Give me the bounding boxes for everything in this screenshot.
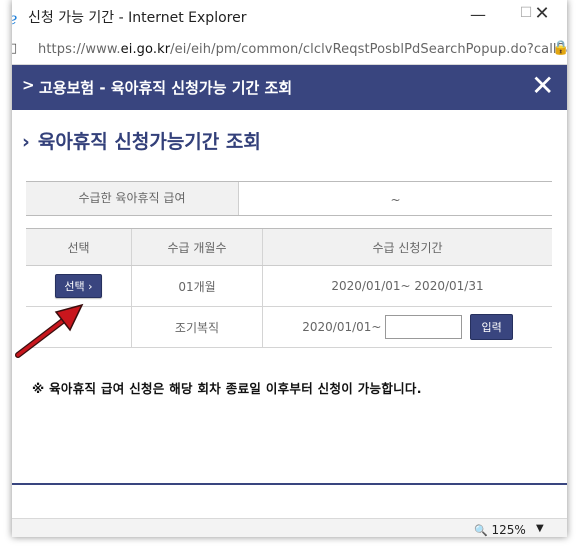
annotation-arrow-icon [15, 303, 84, 358]
